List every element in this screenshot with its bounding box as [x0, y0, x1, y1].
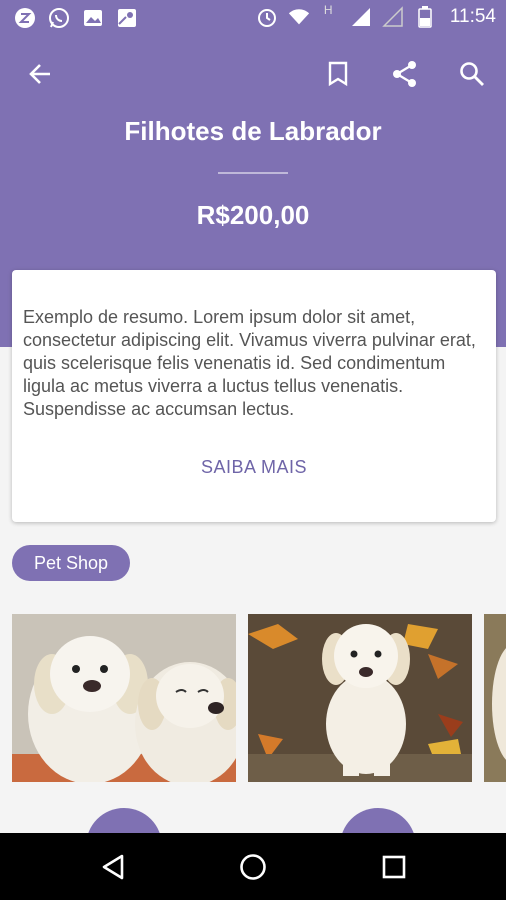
- bookmark-button[interactable]: [322, 58, 354, 90]
- circle-home-icon: [240, 854, 266, 880]
- nav-home-button[interactable]: [236, 850, 270, 884]
- labrador-puppies-photo[interactable]: [12, 614, 236, 782]
- clock: 11:54: [449, 6, 496, 27]
- network-type: H: [320, 3, 340, 28]
- z-app-icon: [14, 7, 36, 29]
- status-bar: H 11:54: [0, 0, 506, 36]
- wifi-icon: [288, 6, 310, 28]
- back-button[interactable]: [24, 58, 56, 90]
- arrow-back-icon: [29, 64, 50, 84]
- share-button[interactable]: [389, 58, 421, 90]
- network-label: H: [323, 3, 333, 17]
- screen: H 11:54 Filhotes de Labrador R$200,00 Ex…: [0, 0, 506, 900]
- signal-empty-icon: [382, 6, 404, 28]
- nav-back-button[interactable]: [96, 850, 130, 884]
- puppy-photo-partial[interactable]: [484, 614, 506, 782]
- notification-icons: [14, 7, 138, 29]
- search-icon: [460, 62, 484, 86]
- category-chip[interactable]: Pet Shop: [12, 545, 131, 581]
- product-title: Filhotes de Labrador: [124, 116, 382, 146]
- navigation-bar: [0, 833, 506, 900]
- labrador-puppy-leaves-photo[interactable]: [248, 614, 472, 782]
- summary-card: Exemplo de resumo. Lorem ipsum dolor sit…: [12, 270, 496, 522]
- whatsapp-icon: [48, 7, 70, 29]
- square-recents-icon: [382, 855, 406, 879]
- more-button[interactable]: SAIBA MAIS: [12, 457, 496, 478]
- system-status: H 11:54: [256, 3, 496, 28]
- nav-recents-button[interactable]: [377, 850, 411, 884]
- maps-icon: [116, 7, 138, 29]
- search-button[interactable]: [456, 58, 488, 90]
- image-icon: [82, 7, 104, 29]
- bookmark-icon: [328, 61, 348, 87]
- battery-icon: [414, 6, 436, 28]
- summary-text: Exemplo de resumo. Lorem ipsum dolor sit…: [23, 307, 476, 419]
- photo-gallery[interactable]: [12, 614, 506, 784]
- alarm-icon: [256, 6, 278, 28]
- share-icon: [393, 61, 416, 87]
- signal-icon: [350, 6, 372, 28]
- toolbar: [0, 50, 506, 98]
- triangle-back-icon: [102, 854, 124, 880]
- product-price: R$200,00: [196, 200, 310, 230]
- title-divider: [218, 172, 288, 174]
